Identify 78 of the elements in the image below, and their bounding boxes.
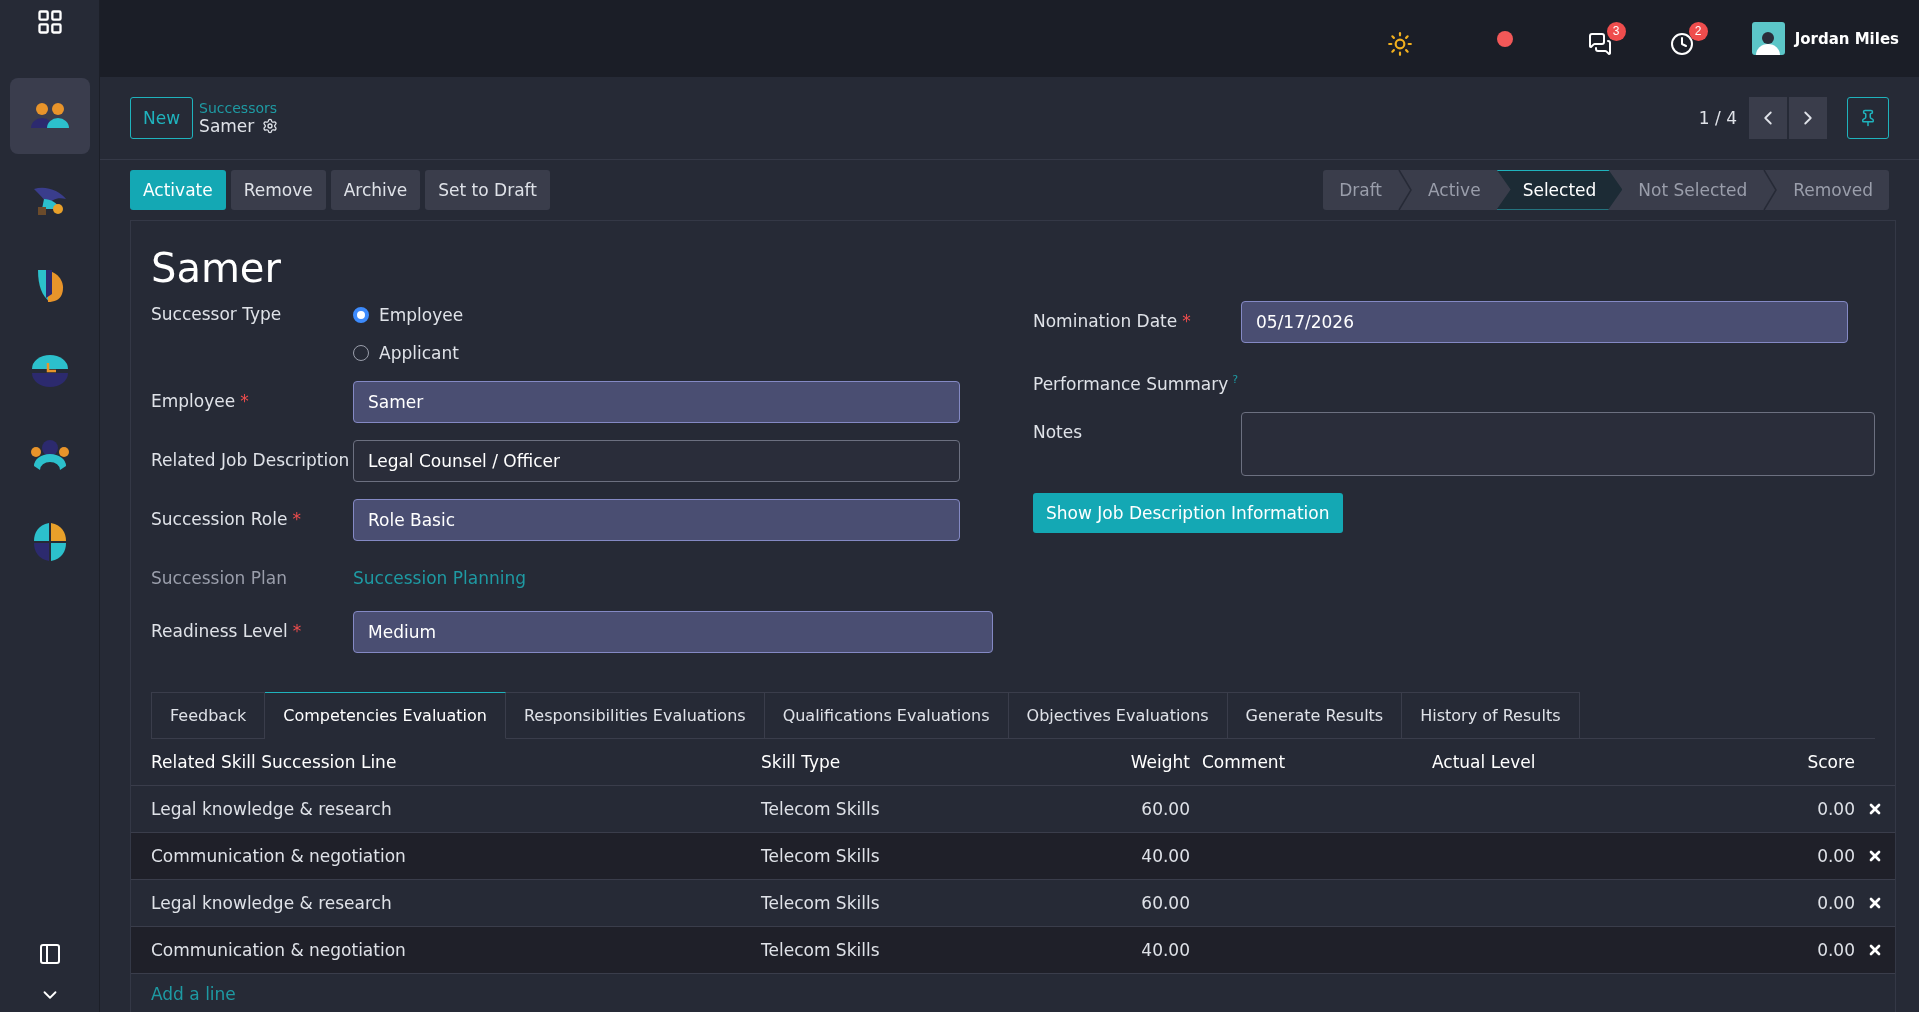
- status-stage[interactable]: Not Selected: [1622, 169, 1764, 210]
- column-header[interactable]: Score: [1762, 752, 1855, 772]
- notes-field[interactable]: [1241, 411, 1875, 476]
- input-field[interactable]: 05/17/2026: [1241, 301, 1848, 343]
- next-button[interactable]: [1789, 97, 1827, 139]
- avatar-icon: [1751, 22, 1785, 55]
- input-field[interactable]: Medium: [353, 611, 993, 653]
- field-label: Readiness Level *: [151, 620, 303, 642]
- pin-icon: [1859, 109, 1877, 127]
- plan-link[interactable]: Succession Planning: [353, 558, 993, 589]
- table-cell-text: Communication & negotiation: [151, 940, 407, 960]
- tab[interactable]: Objectives Evaluations: [1008, 692, 1228, 739]
- table-cell-text: 0.00: [1816, 799, 1855, 819]
- record-name: Samer: [199, 116, 255, 136]
- action-button[interactable]: Set to Draft: [425, 169, 550, 210]
- table-cell-text: 60.00: [1140, 893, 1190, 913]
- table-cell-text: Legal knowledge & research: [151, 893, 393, 913]
- breadcrumb-link[interactable]: Successors: [199, 100, 279, 116]
- table-cell-text: 0.00: [1816, 893, 1855, 913]
- radio-option[interactable]: Employee: [353, 305, 993, 325]
- table-cell-text: 60.00: [1140, 799, 1190, 819]
- input-field[interactable]: Legal Counsel / Officer: [353, 440, 960, 482]
- column-header[interactable]: Actual Level: [1432, 752, 1762, 772]
- record-dot-icon[interactable]: [1496, 30, 1513, 47]
- table-cell-text: Legal knowledge & research: [151, 799, 393, 819]
- app-button[interactable]: [9, 78, 90, 154]
- settings-icon[interactable]: [262, 118, 279, 134]
- column-header[interactable]: Comment: [1190, 752, 1432, 772]
- table-cell-text: Telecom Skills: [761, 940, 881, 960]
- tab[interactable]: History of Results: [1402, 692, 1580, 739]
- apps-menu-icon[interactable]: [35, 8, 64, 36]
- count-badge: 3: [1606, 21, 1626, 41]
- clock-icon: [1669, 31, 1694, 56]
- record-title: Samer: [151, 245, 282, 291]
- action-button[interactable]: Archive: [330, 169, 421, 210]
- tab[interactable]: Competencies Evaluation: [265, 692, 506, 739]
- count-badge: 2: [1688, 21, 1708, 41]
- field-label: Related Job Description: [151, 449, 351, 471]
- sidebar-toggle-icon[interactable]: [37, 942, 62, 966]
- column-header[interactable]: Skill Type: [761, 752, 1106, 772]
- field-label: Employee *: [151, 390, 250, 412]
- table-cell-text: 0.00: [1816, 846, 1855, 866]
- column-header[interactable]: Weight: [1106, 752, 1190, 772]
- pager-value: 1 / 4: [1698, 108, 1737, 128]
- table-cell-text: 40.00: [1140, 940, 1190, 960]
- action-button[interactable]: Remove: [230, 169, 326, 210]
- user-menu[interactable]: Jordan Miles: [1751, 22, 1899, 55]
- tab[interactable]: Qualifications Evaluations: [764, 692, 1009, 739]
- field-label: Succession Role *: [151, 508, 302, 530]
- field-label: Notes: [1033, 420, 1084, 443]
- pin-button[interactable]: [1847, 97, 1889, 139]
- table-cell-text: Communication & negotiation: [151, 846, 407, 866]
- messages-button[interactable]: 3: [1587, 21, 1626, 56]
- table-cell-text: Telecom Skills: [761, 799, 881, 819]
- tab[interactable]: Generate Results: [1227, 692, 1403, 739]
- field-label: Performance Summary $^{?}$: [1033, 372, 1240, 395]
- radio-option[interactable]: Applicant: [353, 343, 993, 363]
- status-stage[interactable]: Draft: [1323, 169, 1399, 210]
- column-header[interactable]: Related Skill Succession Line: [151, 752, 761, 772]
- input-field[interactable]: Role Basic: [353, 499, 960, 541]
- status-stage[interactable]: Active: [1412, 169, 1497, 210]
- field-label: Succession Plan: [151, 567, 288, 589]
- tab[interactable]: Responsibilities Evaluations: [505, 692, 765, 739]
- table-cell-text: Telecom Skills: [761, 893, 881, 913]
- field-label: Nomination Date *: [1033, 310, 1192, 332]
- previous-button[interactable]: [1749, 97, 1787, 139]
- table-cell-text: 0.00: [1816, 940, 1855, 960]
- table-cell-text: Telecom Skills: [761, 846, 881, 866]
- chat-icon: [1587, 31, 1612, 56]
- add-line-link[interactable]: Add a line: [131, 974, 1895, 1012]
- input-field[interactable]: Samer: [353, 381, 960, 423]
- status-stage[interactable]: Selected: [1496, 169, 1623, 210]
- tab[interactable]: Feedback: [151, 692, 266, 739]
- activities-button[interactable]: 2: [1669, 21, 1708, 56]
- new-button[interactable]: New: [130, 97, 194, 139]
- status-stage[interactable]: Removed: [1777, 169, 1889, 210]
- table-cell-text: 40.00: [1140, 846, 1190, 866]
- field-label: Successor Type: [151, 303, 283, 325]
